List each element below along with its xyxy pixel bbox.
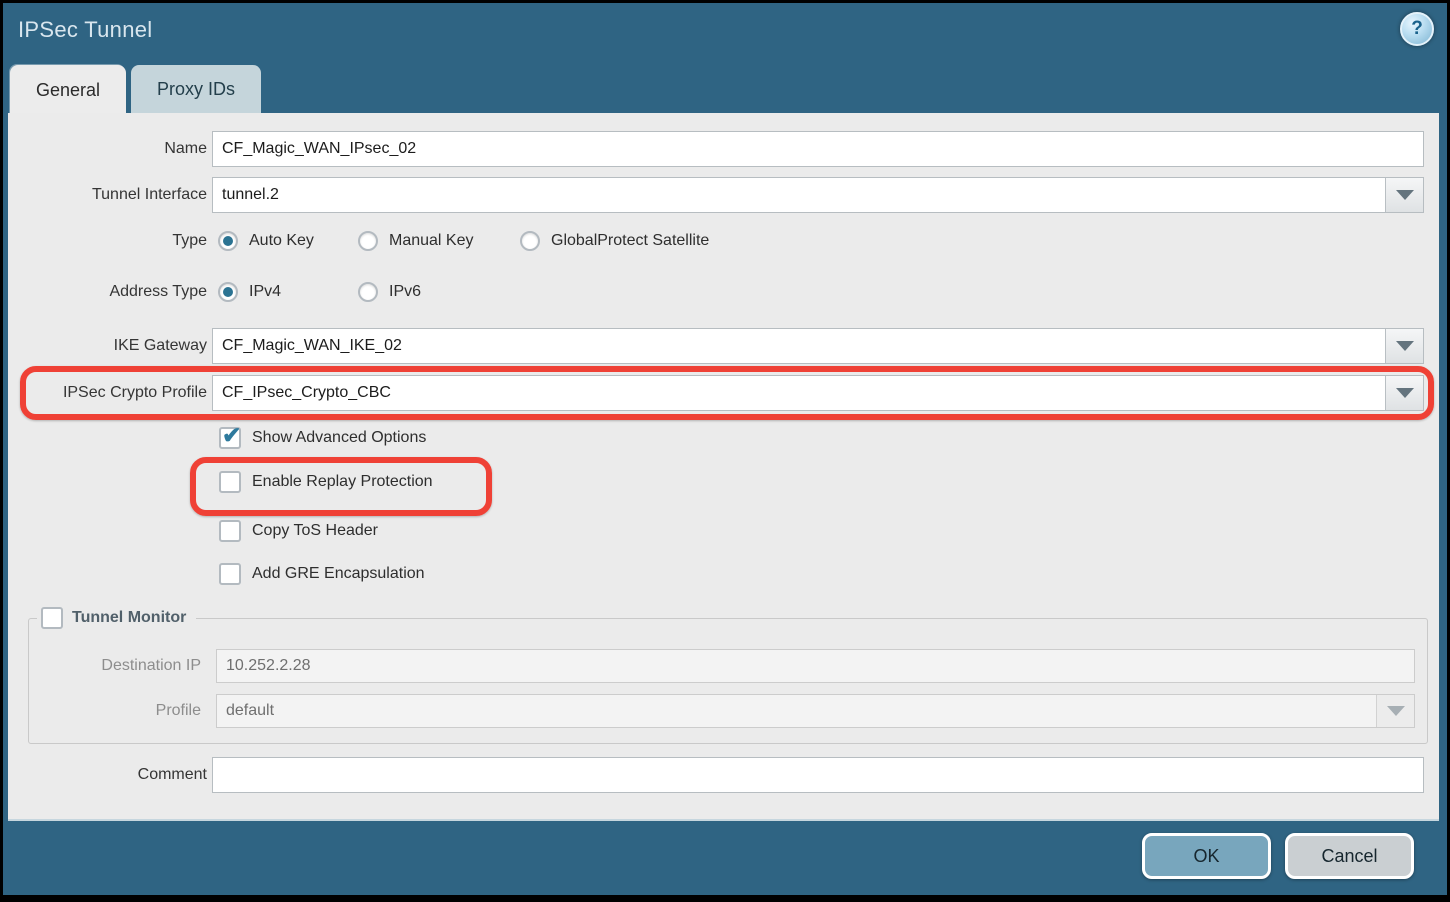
tunnel-monitor-checkbox[interactable] xyxy=(41,607,63,629)
destination-ip-label: Destination IP xyxy=(29,649,201,683)
help-icon[interactable]: ? xyxy=(1400,12,1434,46)
tunnel-monitor-label: Tunnel Monitor xyxy=(72,609,186,627)
name-value: CF_Magic_WAN_IPsec_02 xyxy=(213,132,1423,166)
ipsec-crypto-profile-dropdown-button[interactable] xyxy=(1385,376,1423,410)
tab-general[interactable]: General xyxy=(10,65,126,116)
show-advanced-options-checkbox[interactable] xyxy=(219,427,241,449)
profile-select: default xyxy=(216,694,1415,728)
auto-key-label: Auto Key xyxy=(249,232,314,250)
chevron-down-icon xyxy=(1396,190,1414,200)
type-label: Type xyxy=(8,229,207,253)
globalprotect-satellite-label: GlobalProtect Satellite xyxy=(551,232,709,250)
comment-value xyxy=(213,758,1423,792)
ike-gateway-label: IKE Gateway xyxy=(8,328,207,364)
address-type-label: Address Type xyxy=(8,280,207,304)
chevron-down-icon xyxy=(1387,706,1405,716)
show-advanced-options-label: Show Advanced Options xyxy=(252,429,426,447)
add-gre-encapsulation-label: Add GRE Encapsulation xyxy=(252,565,425,583)
tunnel-monitor-legend[interactable]: Tunnel Monitor xyxy=(37,607,196,629)
show-advanced-options-row[interactable]: Show Advanced Options xyxy=(219,426,426,450)
type-option-auto-key[interactable]: Auto Key xyxy=(218,229,314,253)
name-input[interactable]: CF_Magic_WAN_IPsec_02 xyxy=(212,131,1424,167)
copy-tos-header-row[interactable]: Copy ToS Header xyxy=(219,519,378,543)
enable-replay-protection-checkbox[interactable] xyxy=(219,471,241,493)
address-type-option-ipv6[interactable]: IPv6 xyxy=(358,280,421,304)
dialog-footer: OK Cancel xyxy=(3,821,1447,895)
type-option-globalprotect-satellite[interactable]: GlobalProtect Satellite xyxy=(520,229,709,253)
ipv6-label: IPv6 xyxy=(389,283,421,301)
ipsec-crypto-profile-label: IPSec Crypto Profile xyxy=(8,375,207,411)
manual-key-label: Manual Key xyxy=(389,232,474,250)
comment-input[interactable] xyxy=(212,757,1424,793)
copy-tos-header-checkbox[interactable] xyxy=(219,520,241,542)
ike-gateway-select[interactable]: CF_Magic_WAN_IKE_02 xyxy=(212,328,1424,364)
tunnel-interface-select[interactable]: tunnel.2 xyxy=(212,177,1424,213)
ipv4-label: IPv4 xyxy=(249,283,281,301)
cancel-button[interactable]: Cancel xyxy=(1285,833,1414,879)
tunnel-interface-label: Tunnel Interface xyxy=(8,177,207,213)
comment-label: Comment xyxy=(8,757,207,793)
enable-replay-protection-row[interactable]: Enable Replay Protection xyxy=(219,470,433,494)
ipv4-radio[interactable] xyxy=(218,282,238,302)
chevron-down-icon xyxy=(1396,388,1414,398)
name-label: Name xyxy=(8,131,207,167)
profile-value: default xyxy=(217,695,1376,727)
tunnel-monitor-group: Tunnel Monitor Destination IP 10.252.2.2… xyxy=(28,618,1428,744)
dialog-titlebar: IPSec Tunnel ? xyxy=(3,3,1447,63)
type-option-manual-key[interactable]: Manual Key xyxy=(358,229,474,253)
chevron-down-icon xyxy=(1396,341,1414,351)
enable-replay-protection-label: Enable Replay Protection xyxy=(252,473,433,491)
general-tab-panel: Name CF_Magic_WAN_IPsec_02 Tunnel Interf… xyxy=(8,113,1439,821)
ike-gateway-value: CF_Magic_WAN_IKE_02 xyxy=(213,329,1385,363)
tab-bar: General Proxy IDs xyxy=(10,65,261,116)
auto-key-radio[interactable] xyxy=(218,231,238,251)
ipsec-crypto-profile-select[interactable]: CF_IPsec_Crypto_CBC xyxy=(212,375,1424,411)
ok-button[interactable]: OK xyxy=(1142,833,1271,879)
destination-ip-input: 10.252.2.28 xyxy=(216,649,1415,683)
ipsec-crypto-profile-value: CF_IPsec_Crypto_CBC xyxy=(213,376,1385,410)
tunnel-interface-dropdown-button[interactable] xyxy=(1385,178,1423,212)
add-gre-encapsulation-checkbox[interactable] xyxy=(219,563,241,585)
tab-proxy-ids[interactable]: Proxy IDs xyxy=(131,65,261,114)
ipsec-tunnel-dialog: IPSec Tunnel ? General Proxy IDs Name CF… xyxy=(3,3,1447,895)
profile-dropdown-button xyxy=(1376,695,1414,727)
address-type-option-ipv4[interactable]: IPv4 xyxy=(218,280,281,304)
add-gre-encapsulation-row[interactable]: Add GRE Encapsulation xyxy=(219,562,425,586)
dialog-title: IPSec Tunnel xyxy=(18,17,152,43)
globalprotect-satellite-radio[interactable] xyxy=(520,231,540,251)
copy-tos-header-label: Copy ToS Header xyxy=(252,522,378,540)
manual-key-radio[interactable] xyxy=(358,231,378,251)
profile-label: Profile xyxy=(29,694,201,728)
tunnel-interface-value: tunnel.2 xyxy=(213,178,1385,212)
destination-ip-value: 10.252.2.28 xyxy=(217,650,1414,682)
ipv6-radio[interactable] xyxy=(358,282,378,302)
ike-gateway-dropdown-button[interactable] xyxy=(1385,329,1423,363)
